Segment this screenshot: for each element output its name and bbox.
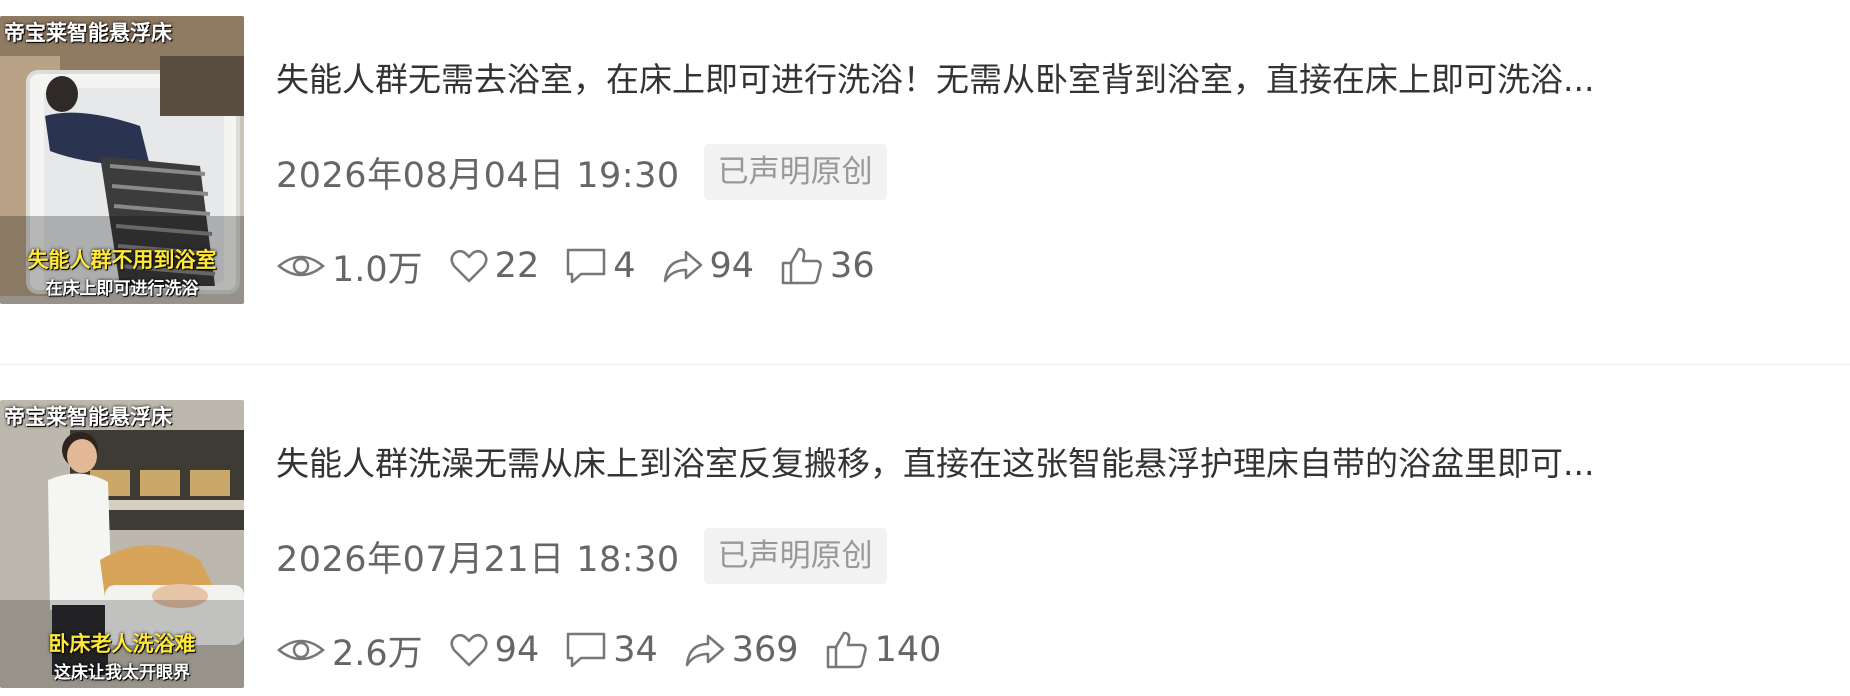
thumbs-count: 36 xyxy=(830,246,875,286)
shares-count: 94 xyxy=(709,246,755,286)
post-list: 帝宝莱智能悬浮床 失能人群不用到浴室 在床上即可进行洗浴 失能人群无需去浴室，在… xyxy=(0,0,1850,696)
views-stat: 2.6万 xyxy=(276,625,423,676)
post-stats: 1.0万 22 4 94 36 xyxy=(276,238,901,294)
thumbnail-caption: 卧床老人洗浴难 xyxy=(48,631,196,656)
thumbs-up-icon xyxy=(781,247,822,285)
comments-stat[interactable]: 4 xyxy=(565,246,636,286)
likes-count: 94 xyxy=(494,630,540,670)
comment-icon xyxy=(566,632,606,668)
original-badge: 已声明原创 xyxy=(703,528,887,584)
thumbnail-banner-text: 帝宝莱智能悬浮床 xyxy=(4,405,172,429)
post-item[interactable]: 帝宝莱智能悬浮床 失能人群不用到浴室 在床上即可进行洗浴 失能人群无需去浴室，在… xyxy=(0,16,1850,306)
post-title[interactable]: 失能人群洗澡无需从床上到浴室反复搬移，直接在这张智能悬浮护理床自带的浴盆里即可.… xyxy=(276,442,1840,486)
heart-icon xyxy=(450,633,488,667)
likes-count: 22 xyxy=(494,246,540,286)
views-count: 1.0万 xyxy=(332,249,423,290)
post-date: 2026年07月21日 18:30 xyxy=(276,539,680,580)
views-stat: 1.0万 xyxy=(276,241,423,292)
thumbnail-banner-text: 帝宝莱智能悬浮床 xyxy=(4,21,172,45)
thumbs-stat[interactable]: 36 xyxy=(780,246,875,286)
thumbnail-subcaption: 在床上即可进行洗浴 xyxy=(45,279,199,299)
likes-stat[interactable]: 22 xyxy=(449,246,540,286)
views-count: 2.6万 xyxy=(332,633,423,674)
thumbs-count: 140 xyxy=(874,630,942,670)
thumbs-stat[interactable]: 140 xyxy=(825,630,942,670)
likes-stat[interactable]: 94 xyxy=(449,630,540,670)
post-meta: 2026年07月21日 18:30 已声明原创 xyxy=(276,526,887,586)
post-item[interactable]: 帝宝莱智能悬浮床 卧床老人洗浴难 这床让我太开眼界 失能人群洗澡无需从床上到浴室… xyxy=(0,400,1850,690)
thumbnail-subcaption: 这床让我太开眼界 xyxy=(54,663,190,683)
post-stats: 2.6万 94 34 369 140 xyxy=(276,622,967,678)
comment-icon xyxy=(566,248,606,284)
post-thumbnail[interactable]: 帝宝莱智能悬浮床 失能人群不用到浴室 在床上即可进行洗浴 xyxy=(0,16,244,304)
comments-count: 4 xyxy=(613,246,636,286)
post-title[interactable]: 失能人群无需去浴室，在床上即可进行洗浴！无需从卧室背到浴室，直接在床上即可洗浴.… xyxy=(276,58,1840,102)
eye-icon xyxy=(277,639,325,661)
shares-stat[interactable]: 369 xyxy=(684,630,799,670)
post-divider xyxy=(0,364,1850,365)
heart-icon xyxy=(450,249,488,283)
share-icon xyxy=(685,634,725,667)
shares-count: 369 xyxy=(731,630,799,670)
post-meta: 2026年08月04日 19:30 已声明原创 xyxy=(276,142,887,202)
thumbnail-caption: 失能人群不用到浴室 xyxy=(27,247,217,272)
eye-icon xyxy=(277,255,325,277)
post-date: 2026年08月04日 19:30 xyxy=(276,155,680,196)
thumbs-up-icon xyxy=(826,631,867,669)
post-thumbnail[interactable]: 帝宝莱智能悬浮床 卧床老人洗浴难 这床让我太开眼界 xyxy=(0,400,244,688)
original-badge: 已声明原创 xyxy=(703,144,887,200)
comments-count: 34 xyxy=(613,630,658,670)
shares-stat[interactable]: 94 xyxy=(662,246,755,286)
share-icon xyxy=(663,250,702,283)
comments-stat[interactable]: 34 xyxy=(565,630,658,670)
